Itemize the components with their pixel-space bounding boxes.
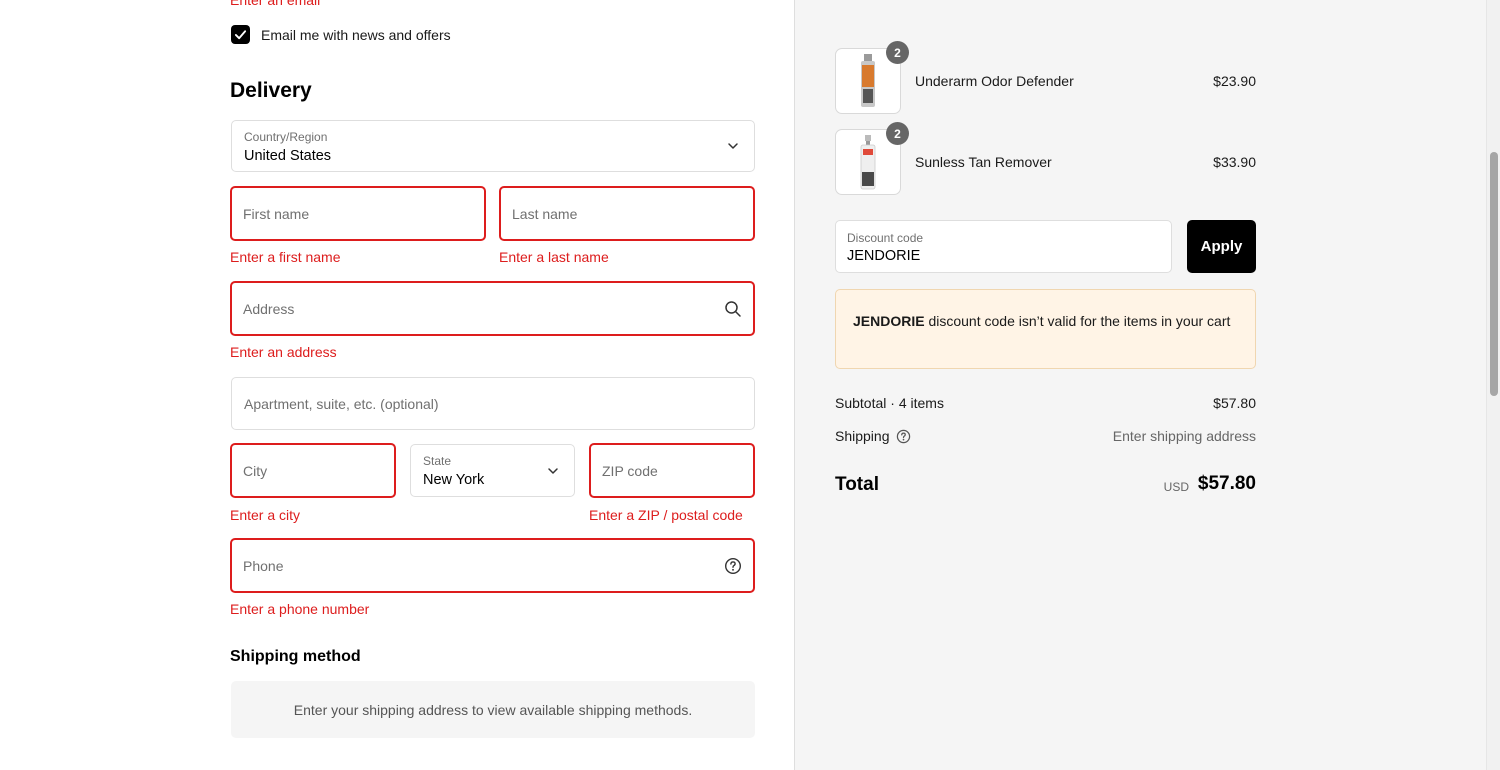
address-placeholder: Address bbox=[243, 300, 295, 317]
phone-field[interactable]: Phone bbox=[230, 538, 755, 593]
first-name-field[interactable]: First name bbox=[230, 186, 486, 241]
address-field[interactable]: Address bbox=[230, 281, 755, 336]
first-name-placeholder: First name bbox=[243, 205, 310, 222]
item-price: $33.90 bbox=[1213, 154, 1256, 170]
product-bottle-icon bbox=[860, 135, 876, 190]
shipping-method-notice: Enter your shipping address to view avai… bbox=[231, 681, 755, 738]
delivery-heading: Delivery bbox=[230, 79, 312, 102]
shipping-value: Enter shipping address bbox=[1112, 428, 1256, 444]
subtotal-label: Subtotal · 4 items bbox=[835, 395, 944, 411]
notice-code: JENDORIE bbox=[853, 313, 925, 329]
search-icon[interactable] bbox=[724, 300, 742, 318]
discount-code-value: JENDORIE bbox=[847, 248, 921, 264]
total-row: Total USD $57.80 bbox=[835, 472, 1256, 498]
chevron-down-icon bbox=[548, 467, 558, 474]
zip-placeholder: ZIP code bbox=[602, 462, 658, 479]
scrollbar-thumb[interactable] bbox=[1490, 152, 1498, 396]
total-label: Total bbox=[835, 474, 879, 495]
discount-code-field[interactable]: Discount code JENDORIE bbox=[835, 220, 1172, 273]
item-name: Sunless Tan Remover bbox=[915, 154, 1052, 170]
check-icon bbox=[234, 30, 247, 40]
phone-error: Enter a phone number bbox=[230, 601, 370, 617]
chevron-down-icon bbox=[728, 143, 738, 149]
apartment-field[interactable]: Apartment, suite, etc. (optional) bbox=[231, 377, 755, 430]
quantity-badge: 2 bbox=[886, 41, 909, 64]
help-icon[interactable] bbox=[896, 429, 911, 444]
country-label: Country/Region bbox=[244, 130, 328, 144]
state-select[interactable]: State New York bbox=[410, 444, 575, 497]
shipping-method-heading: Shipping method bbox=[230, 648, 361, 665]
line-item: 2 Underarm Odor Defender $23.90 bbox=[835, 41, 1256, 114]
order-summary-panel bbox=[795, 0, 1486, 770]
apartment-placeholder: Apartment, suite, etc. (optional) bbox=[244, 395, 439, 412]
city-error: Enter a city bbox=[230, 507, 301, 523]
notice-text: discount code isn’t valid for the items … bbox=[924, 313, 1231, 329]
shipping-label: Shipping bbox=[835, 428, 890, 444]
address-error: Enter an address bbox=[230, 344, 337, 360]
last-name-field[interactable]: Last name bbox=[499, 186, 755, 241]
item-name: Underarm Odor Defender bbox=[915, 73, 1074, 89]
quantity-badge: 2 bbox=[886, 122, 909, 145]
email-error: Enter an email bbox=[230, 0, 321, 8]
apply-discount-button[interactable]: Apply bbox=[1187, 220, 1256, 273]
state-value: New York bbox=[423, 472, 485, 488]
shipping-label-group: Shipping bbox=[835, 428, 911, 444]
discount-invalid-notice: JENDORIE discount code isn’t valid for t… bbox=[835, 289, 1256, 369]
newsletter-checkbox-row[interactable]: Email me with news and offers bbox=[231, 25, 451, 44]
country-select[interactable]: Country/Region United States bbox=[231, 120, 755, 172]
item-price: $23.90 bbox=[1213, 73, 1256, 89]
subtotal-value: $57.80 bbox=[1213, 395, 1256, 411]
newsletter-label: Email me with news and offers bbox=[261, 26, 451, 43]
first-name-error: Enter a first name bbox=[230, 249, 341, 265]
phone-placeholder: Phone bbox=[243, 557, 284, 574]
discount-code-label: Discount code bbox=[847, 231, 924, 245]
city-placeholder: City bbox=[243, 462, 268, 479]
state-label: State bbox=[423, 454, 452, 468]
country-value: United States bbox=[244, 148, 332, 164]
total-currency: USD bbox=[1163, 480, 1189, 494]
product-bottle-icon bbox=[861, 54, 875, 107]
help-icon[interactable] bbox=[724, 557, 742, 575]
zip-field[interactable]: ZIP code bbox=[589, 443, 755, 498]
newsletter-checkbox[interactable] bbox=[231, 25, 250, 44]
city-field[interactable]: City bbox=[230, 443, 396, 498]
checkout-form-panel: Enter an email Email me with news and of… bbox=[0, 0, 795, 770]
last-name-error: Enter a last name bbox=[499, 249, 609, 265]
total-value: $57.80 bbox=[1197, 473, 1256, 494]
line-item: 2 Sunless Tan Remover $33.90 bbox=[835, 122, 1256, 195]
scrollbar[interactable] bbox=[1486, 0, 1500, 770]
last-name-placeholder: Last name bbox=[512, 205, 578, 222]
zip-error: Enter a ZIP / postal code bbox=[589, 507, 743, 523]
